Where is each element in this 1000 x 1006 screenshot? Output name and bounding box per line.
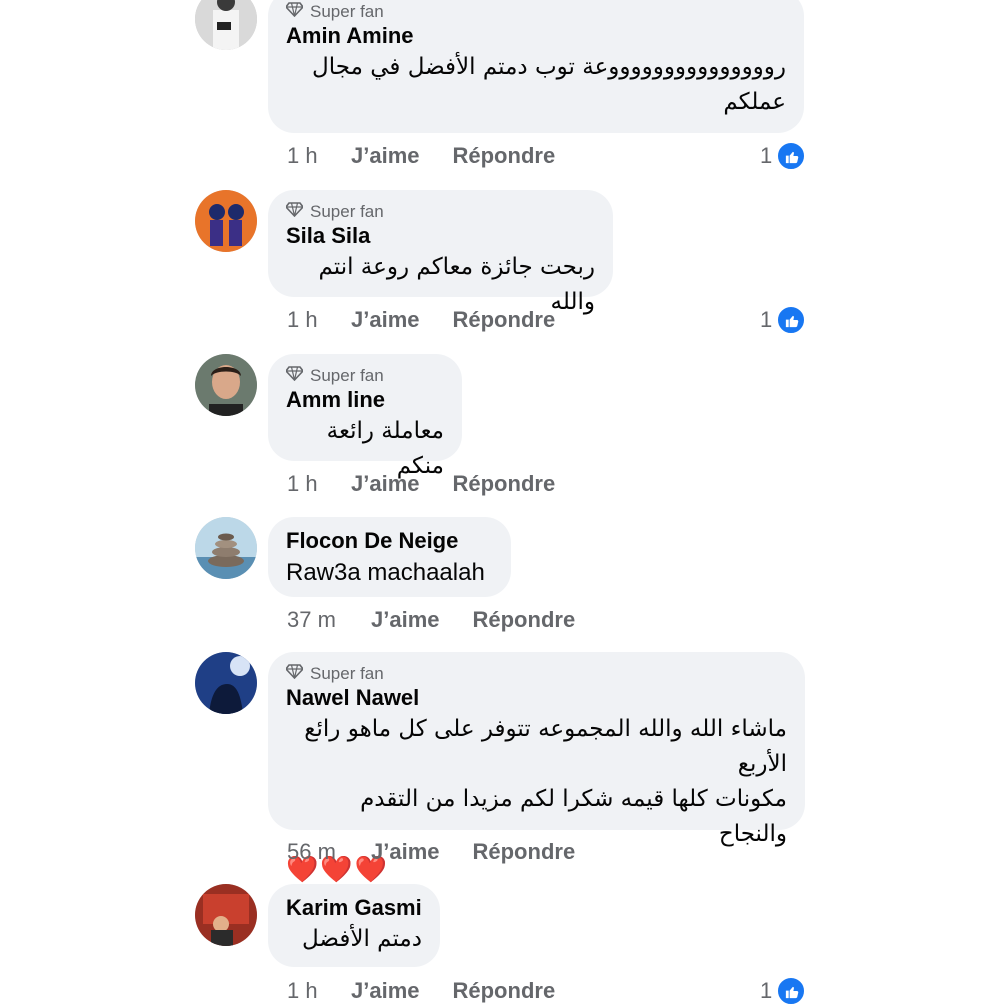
comment-text-line: روووووووووووووووعة توب دمتم الأفضل في مج… — [312, 54, 786, 80]
super-fan-badge: Super fan — [284, 366, 444, 386]
comment-text: روووووووووووووووعة توب دمتم الأفضل في مج… — [286, 50, 786, 120]
timestamp[interactable]: 56 m — [287, 839, 371, 865]
badge-label: Super fan — [310, 664, 384, 683]
comment-bubble: Super fan Sila Sila ربحت جائزة معاكم روع… — [268, 190, 613, 315]
avatar[interactable] — [195, 354, 257, 416]
reaction-count[interactable]: 1 — [760, 141, 807, 171]
timestamp[interactable]: 1 h — [287, 978, 351, 1004]
like-button[interactable]: J’aime — [371, 607, 440, 633]
comment-bubble: Super fan Amm line معاملة رائعة منكم — [268, 354, 462, 479]
comment-text: Raw3a machaalah — [286, 559, 485, 586]
comment-meta: 1 h J’aime Répondre — [287, 471, 588, 497]
comment-bubble: Karim Gasmi دمتم الأفضل — [268, 884, 440, 967]
super-fan-badge: Super fan — [284, 664, 787, 684]
badge-label: Super fan — [310, 202, 384, 221]
comment-meta: 56 m J’aime Répondre — [287, 839, 608, 865]
thumbs-up-icon — [776, 305, 807, 335]
thumbs-up-icon — [776, 976, 807, 1006]
comment-text-line: دمتم الأفضل — [302, 926, 422, 952]
author-name[interactable]: Nawel Nawel — [286, 684, 787, 712]
comment-bubble: Super fan Nawel Nawel ماشاء الله والله ا… — [268, 652, 805, 884]
author-name[interactable]: Karim Gasmi — [286, 894, 422, 922]
diamond-icon — [284, 202, 305, 222]
reply-button[interactable]: Répondre — [473, 839, 576, 865]
diamond-icon — [284, 366, 305, 386]
reaction-count[interactable]: 1 — [760, 976, 807, 1006]
comment-text: دمتم الأفضل — [286, 922, 422, 957]
like-button[interactable]: J’aime — [351, 307, 420, 333]
comment-meta: 1 h J’aime Répondre — [287, 143, 588, 169]
like-button[interactable]: J’aime — [371, 839, 440, 865]
avatar[interactable] — [195, 884, 257, 946]
comment-meta: 1 h J’aime Répondre — [287, 307, 588, 333]
author-name[interactable]: Amin Amine — [286, 22, 786, 50]
diamond-icon — [284, 664, 305, 684]
avatar[interactable] — [195, 652, 257, 714]
timestamp[interactable]: 1 h — [287, 143, 351, 169]
author-name[interactable]: Flocon De Neige — [286, 527, 493, 555]
reaction-number: 1 — [760, 307, 773, 332]
reply-button[interactable]: Répondre — [473, 607, 576, 633]
reply-button[interactable]: Répondre — [453, 978, 556, 1004]
reaction-number: 1 — [760, 143, 773, 168]
reply-button[interactable]: Répondre — [453, 307, 556, 333]
comment-bubble: Super fan Amin Amine روووووووووووووووعة … — [268, 0, 804, 133]
comment-text: ماشاء الله والله المجموعه تتوفر على كل م… — [286, 712, 787, 852]
timestamp[interactable]: 1 h — [287, 471, 351, 497]
super-fan-badge: Super fan — [284, 202, 595, 222]
super-fan-badge: Super fan — [284, 2, 786, 22]
timestamp[interactable]: 1 h — [287, 307, 351, 333]
timestamp[interactable]: 37 m — [287, 607, 371, 633]
reaction-count[interactable]: 1 — [760, 305, 807, 335]
avatar[interactable] — [195, 0, 257, 50]
like-button[interactable]: J’aime — [351, 143, 420, 169]
comment-meta: 37 m J’aime Répondre — [287, 607, 608, 633]
reply-button[interactable]: Répondre — [453, 143, 556, 169]
comment-text-line: ماشاء الله والله المجموعه تتوفر على كل م… — [304, 716, 787, 777]
diamond-icon — [284, 2, 305, 22]
avatar[interactable] — [195, 190, 257, 252]
avatar[interactable] — [195, 517, 257, 579]
thumbs-up-icon — [776, 141, 807, 171]
reply-button[interactable]: Répondre — [453, 471, 556, 497]
reaction-number: 1 — [760, 978, 773, 1003]
badge-label: Super fan — [310, 2, 384, 21]
comment-bubble: Flocon De Neige Raw3a machaalah — [268, 517, 511, 597]
comment-text-line: عملكم — [723, 89, 786, 115]
like-button[interactable]: J’aime — [351, 978, 420, 1004]
like-button[interactable]: J’aime — [351, 471, 420, 497]
badge-label: Super fan — [310, 366, 384, 385]
author-name[interactable]: Sila Sila — [286, 222, 595, 250]
author-name[interactable]: Amm line — [286, 386, 444, 414]
comment-meta: 1 h J’aime Répondre — [287, 978, 588, 1004]
